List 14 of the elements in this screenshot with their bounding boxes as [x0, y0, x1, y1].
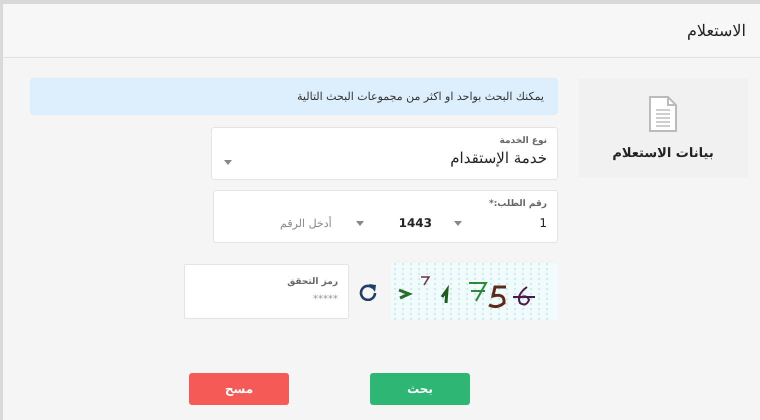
number-input[interactable]: أدخل الرقم	[224, 216, 332, 230]
caret-icon	[224, 160, 232, 165]
document-icon	[649, 96, 677, 132]
service-select[interactable]: نوع الخدمة خدمة الإستقدام	[211, 127, 558, 180]
page-title: الاستعلام	[687, 21, 746, 40]
field-label: رقم الطلب:*	[488, 199, 547, 209]
info-banner: يمكنك البحث بواحد او اكثر من مجموعات البحث التالية	[30, 78, 558, 115]
number-select[interactable]: 1	[446, 216, 547, 230]
refresh-icon[interactable]	[359, 282, 377, 300]
caret-icon	[356, 220, 364, 226]
caret-icon	[454, 220, 462, 226]
captcha-field[interactable]: رمز التحقق *****	[184, 264, 349, 319]
sidebar-item[interactable]: بيانات الاستعلام	[578, 78, 748, 178]
number-select[interactable]: 1443	[350, 216, 432, 230]
